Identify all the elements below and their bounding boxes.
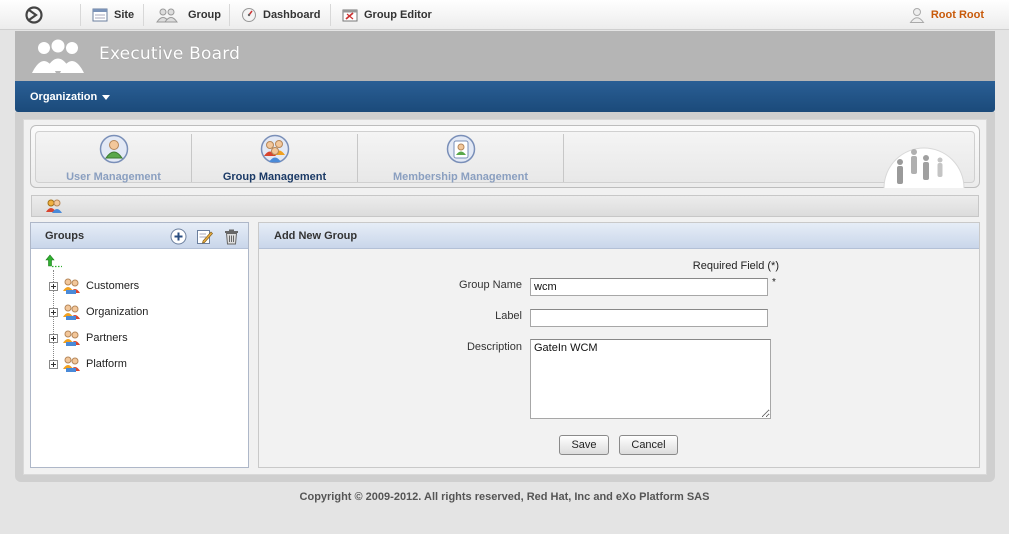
toolbar-dashboard-label: Dashboard [263,9,321,21]
group-icon [63,278,80,294]
add-group-form: Add New Group Required Field (*) Group N… [258,222,980,468]
user-management-icon [99,134,128,164]
toolbar-site[interactable]: Site [92,0,134,30]
tree-item-organization[interactable]: Organization [49,302,148,322]
exo-logo-icon[interactable] [24,5,46,25]
toolbar-dashboard[interactable]: Dashboard [241,0,320,30]
tree-item-customers[interactable]: Customers [49,276,139,296]
toolbar-group-label: Group [188,9,221,21]
form-header: Add New Group [259,223,979,249]
user-icon [909,8,925,23]
expand-icon[interactable] [49,333,58,343]
group-name-label: Group Name [459,279,522,291]
tree-item-partners[interactable]: Partners [49,328,128,348]
portal-header: Executive Board [15,31,995,81]
toolbar-site-label: Site [114,9,135,21]
label-field[interactable] [530,309,768,327]
group-icon [63,304,80,320]
expand-icon[interactable] [49,307,58,317]
tab-group-management-label: Group Management [222,171,327,183]
dashboard-icon [242,8,256,22]
toolbar-group-editor-label: Group Editor [364,9,432,21]
expand-icon[interactable] [49,359,58,369]
save-button[interactable]: Save [559,435,609,455]
organization-menu-label: Organization [30,90,98,103]
group-editor-icon [342,9,358,22]
tree-item-label: Organization [86,306,149,318]
site-icon [92,8,108,22]
people-globe-icon [883,147,965,188]
group-people-icon [32,39,84,73]
delete-group-icon[interactable] [223,228,240,245]
group-management-icon [260,134,289,164]
groups-panel-header: Groups [31,223,248,249]
required-field-note: Required Field (*) [692,260,779,272]
tab-membership-management[interactable]: Membership Management [358,132,563,184]
description-field[interactable] [530,339,771,419]
navigation-bar: Organization [15,81,995,112]
groups-panel: Groups Customers Organization Partners P… [30,222,249,468]
description-label: Description [466,341,522,353]
tab-membership-management-label: Membership Management [392,171,529,183]
form-title: Add New Group [274,230,358,242]
expand-icon[interactable] [49,281,58,291]
group-icon[interactable] [45,198,63,214]
top-toolbar: Site Group Dashboard Group Editor Root R… [0,0,1009,30]
management-tabs: User Management Group Management Members… [30,125,980,188]
group-icon [156,8,178,23]
tree-item-platform[interactable]: Platform [49,354,127,374]
group-name-field[interactable] [530,278,768,296]
organization-menu[interactable]: Organization [30,81,111,112]
group-breadcrumb [31,195,979,217]
membership-management-icon [446,134,475,164]
tab-group-management[interactable]: Group Management [192,132,357,184]
toolbar-group[interactable]: Group [156,0,221,30]
tabs-inner: User Management Group Management Members… [35,131,975,188]
edit-group-icon[interactable] [196,228,213,245]
footer-copyright: Copyright © 2009-2012. All rights reserv… [299,491,710,503]
level-up-icon[interactable] [45,254,63,268]
chevron-down-icon [102,95,111,100]
tab-user-management-label: User Management [66,171,161,183]
cancel-button[interactable]: Cancel [619,435,678,455]
group-icon [63,330,80,346]
group-icon [63,356,80,372]
tree-item-label: Partners [86,332,128,344]
tree-item-label: Customers [86,280,140,292]
tree-item-label: Platform [86,358,127,370]
add-group-icon[interactable] [170,228,187,245]
toolbar-group-editor[interactable]: Group Editor [342,0,432,30]
tab-user-management[interactable]: User Management [36,132,191,184]
user-menu[interactable]: Root Root [909,0,984,30]
page-title: Executive Board [99,44,241,64]
user-name: Root Root [930,9,984,21]
required-mark: * [772,277,776,288]
label-field-label: Label [495,310,522,322]
groups-panel-title: Groups [45,230,85,242]
